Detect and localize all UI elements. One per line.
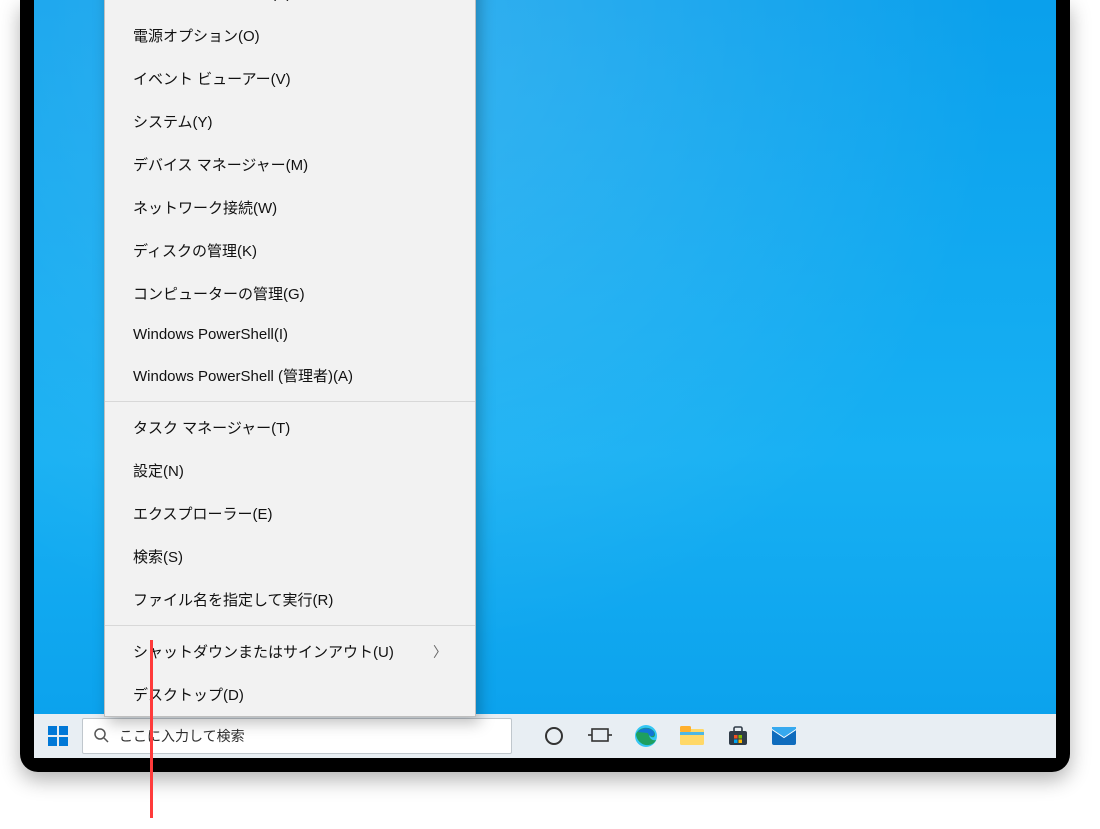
- menu-item[interactable]: ファイル名を指定して実行(R): [105, 578, 475, 621]
- windows-logo-icon: [48, 726, 68, 746]
- screen: ここに入力して検索: [34, 0, 1056, 758]
- menu-item-label: 電源オプション(O): [133, 25, 260, 46]
- menu-item-label: タスク マネージャー(T): [133, 417, 290, 438]
- menu-item[interactable]: Windows PowerShell(I): [105, 315, 475, 354]
- mail-icon[interactable]: [770, 722, 798, 750]
- chevron-right-icon: 〉: [433, 642, 447, 662]
- menu-item-label: ネットワーク接続(W): [133, 197, 277, 218]
- menu-item[interactable]: ネットワーク接続(W): [105, 186, 475, 229]
- menu-item-label: Windows PowerShell(I): [133, 326, 288, 343]
- menu-item-label: コンピューターの管理(G): [133, 283, 305, 304]
- search-placeholder: ここに入力して検索: [119, 726, 245, 746]
- menu-item-label: 検索(S): [133, 546, 183, 567]
- taskbar: ここに入力して検索: [34, 714, 1056, 758]
- menu-item-label: シャットダウンまたはサインアウト(U): [133, 641, 394, 662]
- task-view-icon[interactable]: [586, 722, 614, 750]
- menu-item[interactable]: エクスプローラー(E): [105, 492, 475, 535]
- menu-item[interactable]: イベント ビューアー(V): [105, 57, 475, 100]
- menu-item[interactable]: コンピューターの管理(G): [105, 272, 475, 315]
- menu-item[interactable]: 設定(N): [105, 449, 475, 492]
- start-button[interactable]: [34, 714, 82, 758]
- annotation-pointer: [150, 640, 153, 818]
- menu-item-label: モビリティ センター(B): [133, 0, 291, 3]
- menu-item[interactable]: 検索(S): [105, 535, 475, 578]
- menu-item[interactable]: タスク マネージャー(T): [105, 406, 475, 449]
- cortana-icon[interactable]: [540, 722, 568, 750]
- menu-item-label: イベント ビューアー(V): [133, 68, 291, 89]
- taskbar-search[interactable]: ここに入力して検索: [82, 718, 512, 754]
- menu-separator: [105, 625, 475, 626]
- menu-item-label: Windows PowerShell (管理者)(A): [133, 365, 353, 386]
- power-user-menu: モビリティ センター(B) 電源オプション(O) イベント ビューアー(V) システム…: [104, 0, 476, 717]
- menu-item[interactable]: 電源オプション(O): [105, 14, 475, 57]
- file-explorer-icon[interactable]: [678, 722, 706, 750]
- menu-item[interactable]: モビリティ センター(B): [105, 0, 475, 14]
- search-icon: [93, 727, 109, 746]
- edge-icon[interactable]: [632, 722, 660, 750]
- menu-separator: [105, 401, 475, 402]
- menu-item-label: ファイル名を指定して実行(R): [133, 589, 333, 610]
- menu-item-label: ディスクの管理(K): [133, 240, 257, 261]
- menu-item[interactable]: システム(Y): [105, 100, 475, 143]
- device-frame: ここに入力して検索: [20, 0, 1070, 772]
- menu-item[interactable]: シャットダウンまたはサインアウト(U) 〉: [105, 630, 475, 673]
- menu-item-label: エクスプローラー(E): [133, 503, 273, 524]
- menu-item-label: デバイス マネージャー(M): [133, 154, 308, 175]
- store-icon[interactable]: [724, 722, 752, 750]
- menu-item[interactable]: デバイス マネージャー(M): [105, 143, 475, 186]
- menu-item-label: 設定(N): [133, 460, 184, 481]
- menu-item[interactable]: ディスクの管理(K): [105, 229, 475, 272]
- menu-item-label: システム(Y): [133, 111, 213, 132]
- menu-item[interactable]: デスクトップ(D): [105, 673, 475, 716]
- menu-item[interactable]: Windows PowerShell (管理者)(A): [105, 354, 475, 397]
